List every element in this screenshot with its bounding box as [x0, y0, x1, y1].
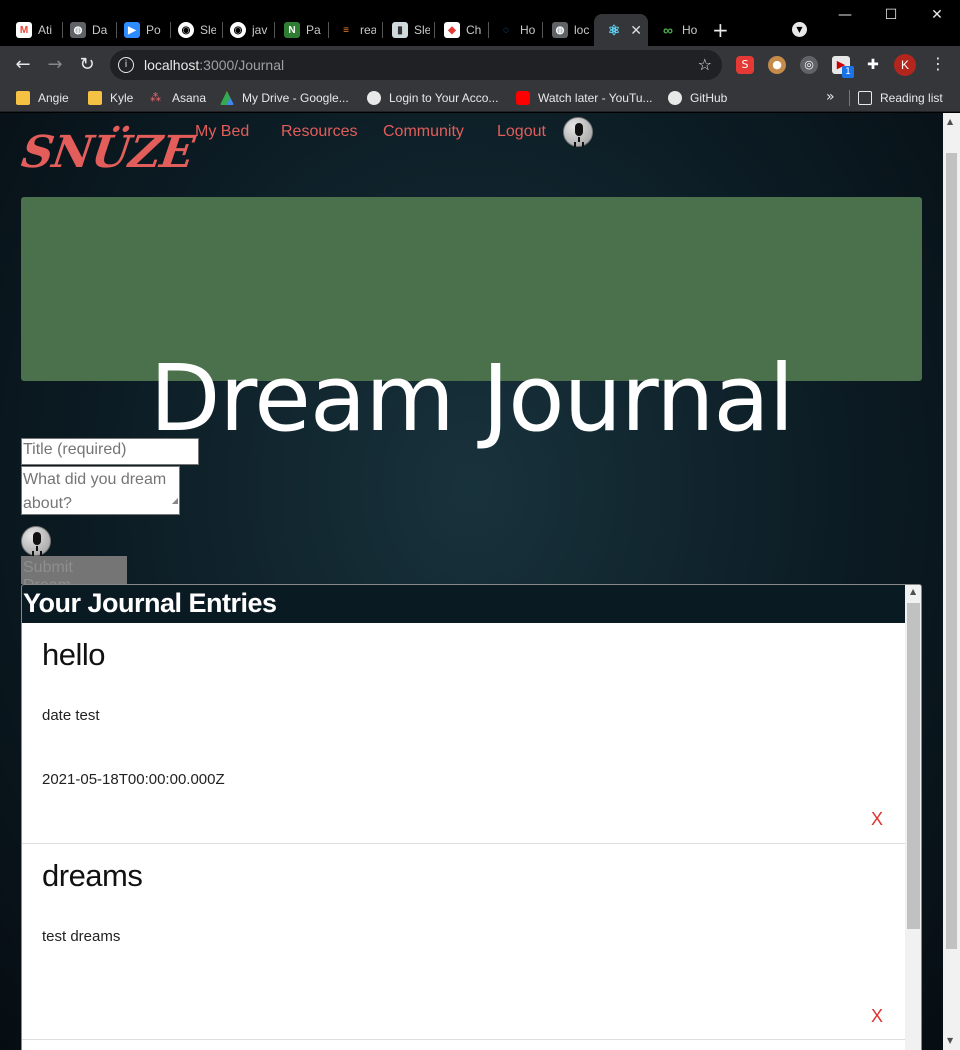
new-tab-button[interactable]: +: [712, 18, 729, 42]
entry-date: 2021-05-18T00:00:00.000Z: [42, 771, 225, 788]
browser-tab[interactable]: ◍ loc: [540, 14, 592, 46]
forward-icon[interactable]: →: [44, 54, 66, 76]
nav-my-bed[interactable]: My Bed: [195, 123, 249, 141]
resize-grip-icon[interactable]: ◢: [172, 489, 178, 513]
bookmark-angie[interactable]: Angie: [16, 89, 69, 107]
scroll-up-icon[interactable]: ▲: [947, 117, 953, 126]
microphone-icon[interactable]: [563, 117, 593, 147]
entry-body: date test: [42, 707, 100, 724]
browser-tab[interactable]: ▶ Po: [112, 14, 164, 46]
url-text: localhost:3000/Journal: [144, 57, 285, 73]
loader-icon: ◌: [498, 22, 514, 38]
scroll-thumb[interactable]: [946, 153, 957, 949]
dream-textarea[interactable]: What did you dream about? ◢: [21, 466, 180, 515]
puzzle-icon[interactable]: ✚: [864, 56, 882, 74]
asana-icon: ⁂: [150, 92, 161, 104]
browser-tab[interactable]: ◉ jav: [218, 14, 270, 46]
book-icon: ▮: [392, 22, 408, 38]
back-icon[interactable]: ←: [12, 54, 34, 76]
address-bar[interactable]: i localhost:3000/Journal ☆: [110, 50, 722, 80]
tab-search-icon[interactable]: ▼: [792, 22, 807, 37]
more-bookmarks-icon[interactable]: »: [826, 89, 835, 105]
folder-icon: [88, 91, 102, 105]
browser-tab[interactable]: ▮ Sle: [380, 14, 432, 46]
close-window-icon[interactable]: ✕: [914, 4, 960, 26]
github-icon: ◉: [178, 22, 194, 38]
entry-title: dreams: [42, 858, 143, 893]
entry-title: hello: [42, 637, 106, 672]
browser-tab[interactable]: ◉ Sle: [166, 14, 218, 46]
reload-icon[interactable]: ↻: [76, 54, 98, 76]
browser-tab[interactable]: ∞ Ho: [648, 14, 700, 46]
bookmark-kyle[interactable]: Kyle: [88, 89, 133, 107]
scroll-thumb[interactable]: [907, 603, 920, 929]
bookmark-login[interactable]: Login to Your Acco...: [367, 89, 498, 107]
entry-body: test dreams: [42, 928, 121, 945]
minimize-icon[interactable]: —: [822, 4, 868, 26]
title-input[interactable]: Title (required): [21, 438, 199, 465]
bookmarks-bar: Angie Kyle ⁂ Asana My Drive - Google... L…: [0, 84, 960, 112]
browser-tab[interactable]: ≡ rea: [326, 14, 378, 46]
zoom-icon: ▶: [124, 22, 140, 38]
scroll-down-icon[interactable]: ▼: [947, 1036, 953, 1045]
bookmark-drive[interactable]: My Drive - Google...: [220, 89, 349, 107]
browser-tab-strip: M Ati ◍ Da ▶ Po ◉ Sle ◉ jav N Pa ≡ rea ▮ Sle ◆ Ch…: [0, 0, 960, 46]
folder-icon: [16, 91, 30, 105]
page-scrollbar[interactable]: ▲ ▼: [943, 113, 960, 1050]
github-icon: [668, 91, 682, 105]
nav-logout[interactable]: Logout: [497, 123, 546, 141]
delete-entry-button[interactable]: X: [871, 809, 883, 830]
delete-entry-button[interactable]: X: [871, 1006, 883, 1027]
bookmarks-divider: [849, 90, 850, 106]
page-viewport: SNÜZE My Bed Resources Community Logout …: [0, 113, 943, 1050]
bookmark-watch-later[interactable]: Watch later - YouTu...: [516, 89, 653, 107]
browser-tab-active[interactable]: ⚛ ✕: [594, 14, 648, 46]
browser-toolbar: ← → ↻ i localhost:3000/Journal ☆ S ● ◎ ▶…: [0, 46, 960, 84]
entries-scrollbar[interactable]: ▲: [905, 585, 921, 1050]
cookie-icon[interactable]: ●: [768, 56, 786, 74]
stackoverflow-icon: ≡: [338, 22, 354, 38]
browser-tab[interactable]: M Ati: [4, 14, 56, 46]
scroll-up-icon[interactable]: ▲: [910, 587, 916, 596]
box-icon: ◆: [444, 22, 460, 38]
close-tab-icon[interactable]: ✕: [630, 22, 642, 39]
logo[interactable]: SNÜZE: [18, 127, 196, 178]
reading-list[interactable]: Reading list: [858, 89, 943, 107]
globe-icon: [367, 91, 381, 105]
journal-entries-panel: Your Journal Entries hello date test 202…: [21, 584, 922, 1050]
infinity-icon: ∞: [663, 22, 673, 38]
browser-tab[interactable]: ◆ Ch: [432, 14, 484, 46]
browser-tab[interactable]: N Pa: [272, 14, 324, 46]
gmail-icon: M: [16, 22, 32, 38]
journal-entry: hello date test 2021-05-18T00:00:00.000Z…: [22, 623, 905, 844]
nav-community[interactable]: Community: [383, 123, 464, 141]
maximize-icon[interactable]: ☐: [868, 4, 914, 26]
reading-list-icon: [858, 91, 872, 105]
extension-icon[interactable]: S: [736, 56, 754, 74]
bookmark-asana[interactable]: ⁂ Asana: [150, 89, 206, 107]
github-icon: ◉: [230, 22, 246, 38]
browser-tab[interactable]: ◌ Ho: [486, 14, 538, 46]
globe-icon: ◍: [552, 22, 568, 38]
entries-heading: Your Journal Entries: [22, 585, 905, 623]
drive-icon: [220, 91, 234, 105]
browser-tab[interactable]: ◍ Da: [58, 14, 110, 46]
microphone-icon[interactable]: [21, 526, 51, 556]
globe-icon: ◍: [70, 22, 86, 38]
nav-resources[interactable]: Resources: [281, 123, 357, 141]
extension-badge: 1: [842, 66, 854, 78]
submit-dream-button[interactable]: Submit Dream: [21, 556, 127, 594]
bookmark-star-icon[interactable]: ☆: [698, 55, 712, 74]
react-icon: ⚛: [607, 21, 621, 38]
pa-icon: N: [284, 22, 300, 38]
bookmark-github[interactable]: GitHub: [668, 89, 727, 107]
avatar[interactable]: K: [894, 54, 916, 76]
menu-icon[interactable]: ⋮: [930, 54, 946, 73]
site-info-icon[interactable]: i: [118, 57, 134, 73]
journal-entry: dreams test dreams X: [22, 844, 905, 1040]
youtube-icon: [516, 91, 530, 105]
page-title: Dream Journal: [149, 345, 795, 452]
extension-icon[interactable]: ◎: [800, 56, 818, 74]
